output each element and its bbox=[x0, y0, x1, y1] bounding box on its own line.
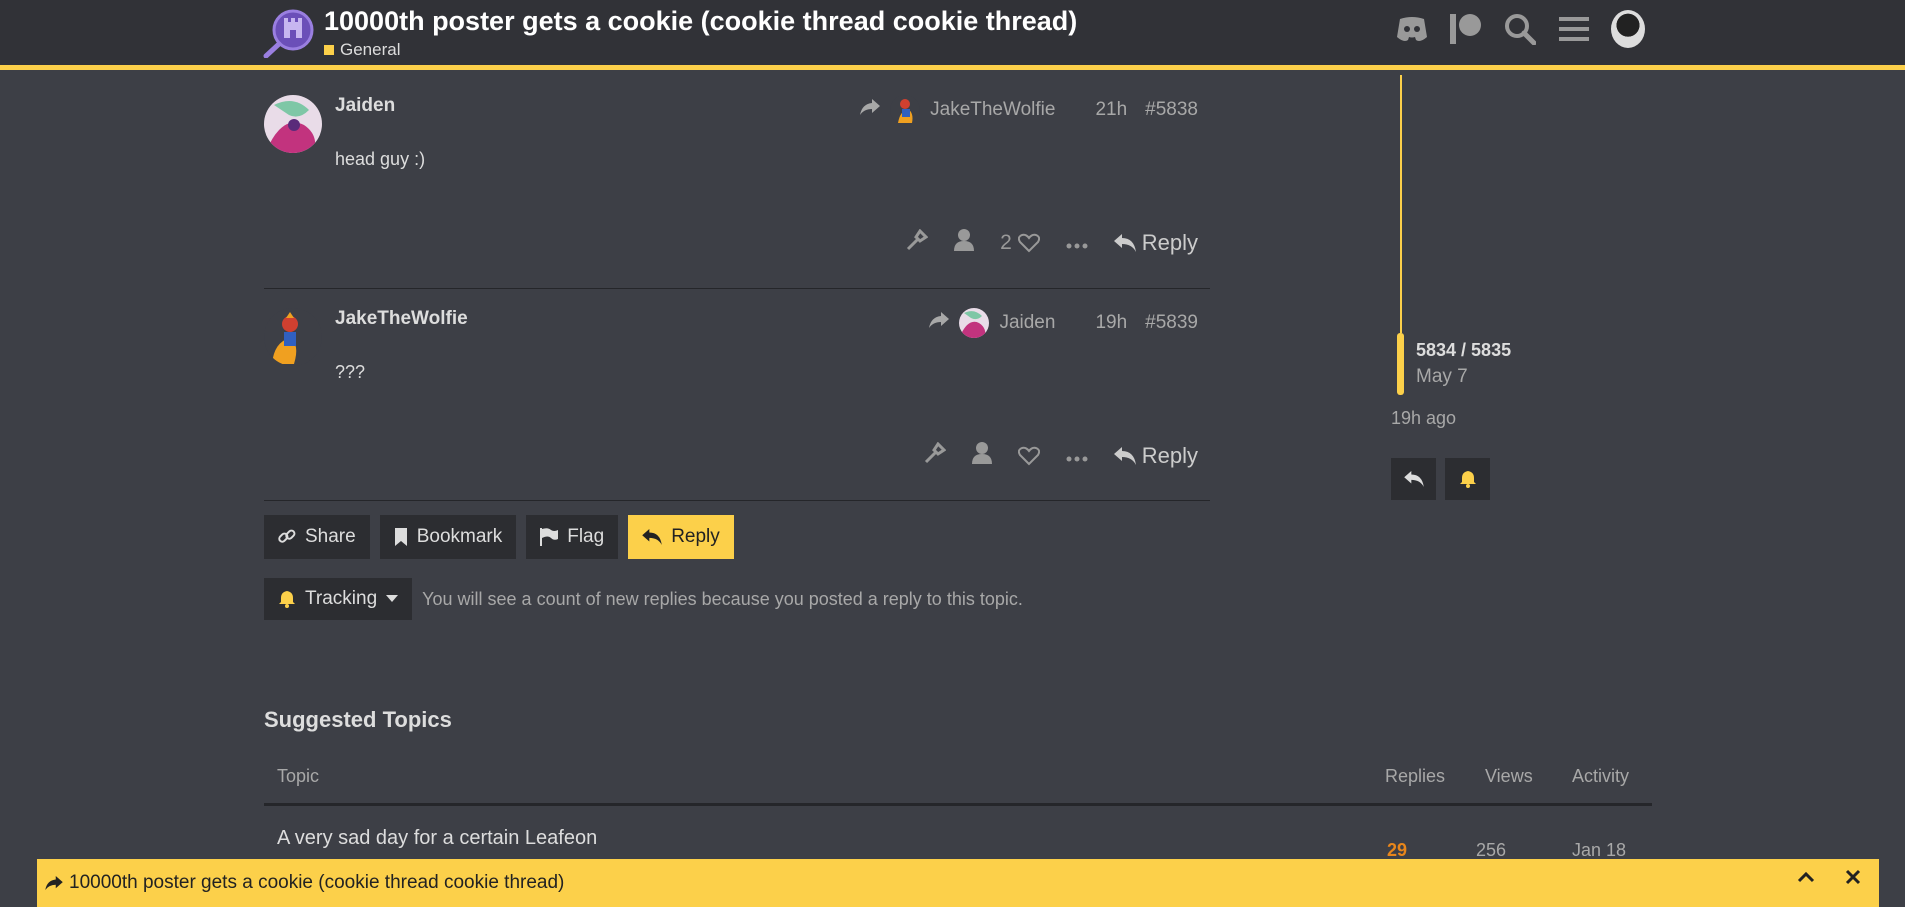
avatar[interactable] bbox=[264, 95, 322, 153]
share-button[interactable]: Share bbox=[264, 515, 370, 559]
hamburger-menu-icon[interactable] bbox=[1557, 12, 1591, 46]
timeline-position: 5834 / 5835 bbox=[1416, 340, 1512, 360]
draft-title-text: 10000th poster gets a cookie (cookie thr… bbox=[69, 872, 565, 893]
search-icon[interactable] bbox=[1503, 12, 1537, 46]
user-icon[interactable] bbox=[954, 229, 975, 257]
like-count: 2 bbox=[1000, 231, 1012, 254]
post-time[interactable]: 19h bbox=[1095, 312, 1127, 334]
category-badge[interactable]: General bbox=[324, 40, 400, 60]
flag-label: Flag bbox=[567, 526, 605, 547]
reply-button[interactable]: Reply bbox=[1113, 230, 1198, 256]
post-5839: JakeTheWolfie Jaiden 19h #5839 ??? Reply bbox=[264, 308, 1210, 498]
more-options-icon[interactable] bbox=[1066, 444, 1088, 468]
reply-icon bbox=[1113, 234, 1136, 252]
draft-controls bbox=[1797, 869, 1861, 885]
flag-icon bbox=[540, 528, 559, 546]
like-button[interactable] bbox=[1017, 446, 1040, 466]
share-arrow-icon bbox=[45, 876, 63, 890]
post-actions: 2 Reply bbox=[906, 228, 1198, 257]
topic-footer-buttons: Share Bookmark Flag Reply bbox=[264, 515, 734, 559]
heart-icon bbox=[1017, 446, 1040, 466]
tracking-dropdown[interactable]: Tracking bbox=[264, 578, 413, 620]
admin-wrench-icon[interactable] bbox=[906, 228, 929, 257]
views-count: 256 bbox=[1475, 840, 1507, 860]
suggested-topics-header: Topic Replies Views Activity bbox=[264, 752, 1652, 806]
reply-icon bbox=[642, 529, 662, 545]
reply-label: Reply bbox=[1141, 230, 1198, 255]
post-username[interactable]: JakeTheWolfie bbox=[335, 308, 468, 330]
reply-to-username[interactable]: Jaiden bbox=[999, 312, 1055, 334]
reply-to-avatar[interactable] bbox=[959, 308, 990, 338]
bookmark-icon bbox=[394, 528, 407, 546]
timeline-date: May 7 bbox=[1416, 366, 1468, 387]
chevron-up-icon[interactable] bbox=[1797, 871, 1815, 883]
post-meta: Jaiden 19h #5839 bbox=[929, 308, 1198, 338]
discord-icon[interactable] bbox=[1395, 12, 1429, 46]
reply-button[interactable]: Reply bbox=[1113, 443, 1198, 469]
bookmark-label: Bookmark bbox=[416, 526, 503, 547]
bell-icon bbox=[279, 591, 295, 608]
site-logo[interactable] bbox=[263, 8, 315, 59]
like-button[interactable]: 2 bbox=[1000, 231, 1040, 255]
post-actions: Reply bbox=[924, 441, 1198, 470]
category-label: General bbox=[340, 40, 401, 59]
column-activity[interactable]: Activity bbox=[1572, 766, 1629, 787]
bell-icon bbox=[1459, 471, 1476, 488]
composer-draft-bar[interactable]: 10000th poster gets a cookie (cookie thr… bbox=[37, 859, 1879, 907]
share-label: Share bbox=[305, 526, 356, 547]
admin-wrench-icon[interactable] bbox=[924, 441, 947, 470]
timeline-handle[interactable] bbox=[1397, 333, 1404, 395]
post-number[interactable]: #5839 bbox=[1145, 312, 1198, 334]
activity-date[interactable]: Jan 18 bbox=[1564, 840, 1634, 861]
caret-down-icon bbox=[386, 595, 399, 602]
close-icon[interactable] bbox=[1845, 869, 1861, 885]
post-number[interactable]: #5838 bbox=[1145, 99, 1198, 121]
reply-to-arrow-icon bbox=[929, 312, 950, 334]
post-time[interactable]: 21h bbox=[1095, 99, 1127, 121]
timeline-last-post[interactable]: 19h ago bbox=[1391, 408, 1456, 429]
post-5838: Jaiden JakeTheWolfie 21h #5838 head guy … bbox=[264, 95, 1210, 285]
category-color-square bbox=[324, 45, 334, 55]
heart-icon bbox=[1017, 233, 1040, 253]
timeline-reply-button[interactable] bbox=[1391, 458, 1436, 500]
user-icon[interactable] bbox=[971, 442, 992, 470]
timeline-scrollarea[interactable] bbox=[1400, 75, 1402, 333]
site-header: 10000th poster gets a cookie (cookie thr… bbox=[0, 0, 1905, 70]
reply-icon bbox=[1113, 447, 1136, 465]
topic-reply-button[interactable]: Reply bbox=[628, 515, 734, 559]
patreon-icon[interactable] bbox=[1449, 12, 1483, 46]
post-divider bbox=[264, 288, 1210, 289]
link-icon bbox=[278, 529, 296, 543]
draft-title[interactable]: 10000th poster gets a cookie (cookie thr… bbox=[45, 872, 564, 894]
tracking-label: Tracking bbox=[305, 588, 378, 609]
user-avatar[interactable] bbox=[1611, 10, 1645, 48]
replies-count[interactable]: 29 bbox=[1372, 840, 1422, 861]
flag-button[interactable]: Flag bbox=[526, 515, 619, 559]
tracking-description: You will see a count of new replies beca… bbox=[422, 588, 1023, 609]
column-topic: Topic bbox=[277, 766, 320, 786]
notification-tracking: Tracking You will see a count of new rep… bbox=[264, 578, 1023, 620]
post-body: ??? bbox=[335, 362, 366, 382]
post-body: head guy :) bbox=[335, 149, 426, 169]
reply-to-arrow-icon bbox=[860, 99, 881, 121]
post-meta: JakeTheWolfie 21h #5838 bbox=[860, 95, 1198, 125]
suggested-topics-heading: Suggested Topics bbox=[264, 707, 452, 732]
post-divider bbox=[264, 500, 1210, 501]
header-icons bbox=[1395, 10, 1645, 48]
reply-icon bbox=[1403, 471, 1424, 487]
reply-to-avatar[interactable] bbox=[890, 95, 921, 125]
reply-to-username[interactable]: JakeTheWolfie bbox=[930, 99, 1055, 121]
bookmark-button[interactable]: Bookmark bbox=[379, 515, 517, 559]
reply-label: Reply bbox=[1141, 443, 1198, 468]
column-views[interactable]: Views bbox=[1485, 766, 1533, 787]
reply-label: Reply bbox=[671, 526, 720, 547]
column-replies[interactable]: Replies bbox=[1385, 766, 1445, 787]
more-options-icon[interactable] bbox=[1066, 231, 1088, 255]
topic-title[interactable]: 10000th poster gets a cookie (cookie thr… bbox=[324, 6, 1077, 37]
avatar[interactable] bbox=[264, 308, 322, 366]
suggested-topic-link[interactable]: A very sad day for a certain Leafeon bbox=[277, 827, 597, 850]
timeline-notification-button[interactable] bbox=[1445, 458, 1490, 500]
post-username[interactable]: Jaiden bbox=[335, 95, 395, 117]
